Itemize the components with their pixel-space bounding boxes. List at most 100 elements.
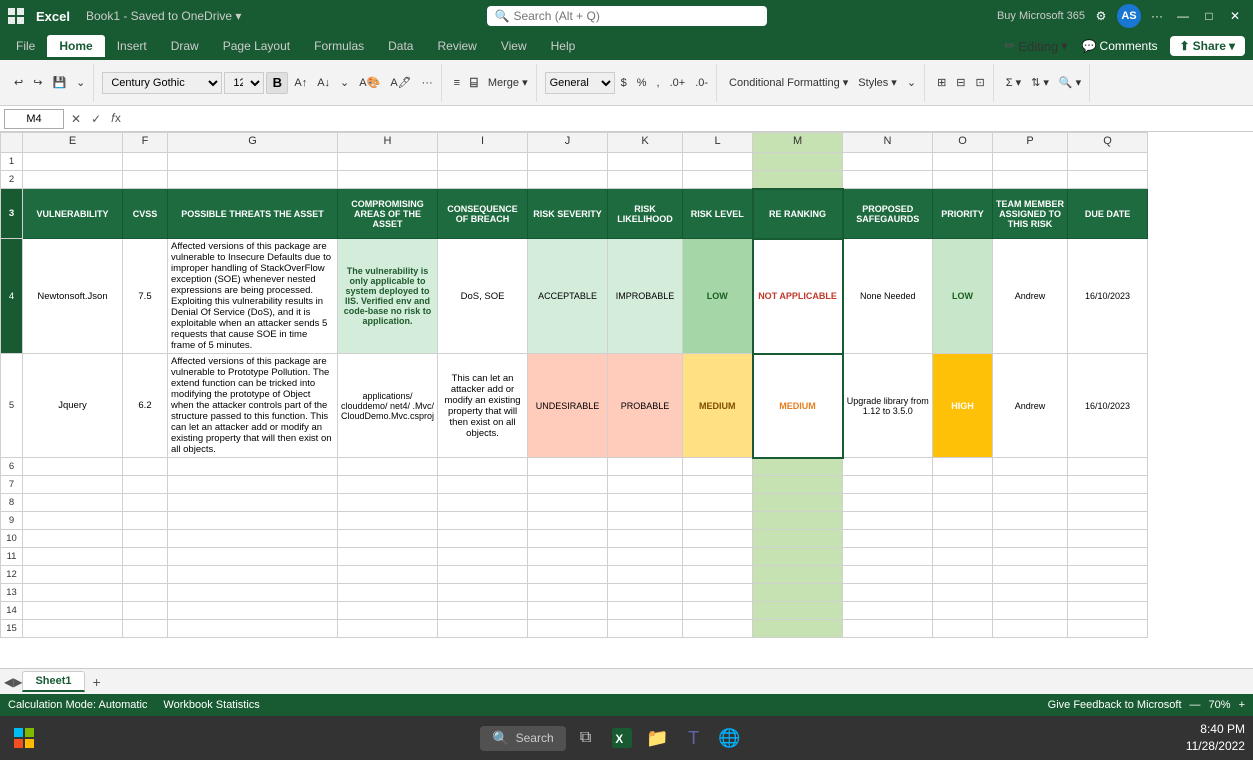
header-likelihood[interactable]: RISK LIKELIHOOD — [608, 189, 683, 239]
format-as-table-button[interactable]: Styles ▾ — [854, 74, 901, 91]
formula-insert-icon[interactable]: 𝑓x — [108, 111, 124, 126]
more-buttons[interactable]: ··· — [418, 75, 437, 91]
col-header-J[interactable]: J — [528, 133, 608, 153]
decrease-font-button[interactable]: A↓ — [313, 75, 334, 91]
feedback-link[interactable]: Give Feedback to Microsoft — [1048, 699, 1182, 711]
compromise-2[interactable]: applications/ clouddemo/ net4/ .Mvc/ Clo… — [338, 354, 438, 458]
level-1[interactable]: LOW — [683, 239, 753, 354]
more-undo-button[interactable]: ⌄ — [72, 74, 89, 91]
col-header-O[interactable]: O — [933, 133, 993, 153]
tab-draw[interactable]: Draw — [159, 35, 211, 57]
comments-button[interactable]: 💬 Comments — [1074, 37, 1166, 55]
reranking-2[interactable]: MEDIUM — [753, 354, 843, 458]
header-compromise[interactable]: COMPROMISING AREAS OF THE ASSET — [338, 189, 438, 239]
priority-2[interactable]: HIGH — [933, 354, 993, 458]
next-sheet-button[interactable]: ▶ — [13, 675, 22, 689]
likelihood-1[interactable]: IMPROBABLE — [608, 239, 683, 354]
header-team[interactable]: TEAM MEMBER ASSIGNED TO THIS RISK — [993, 189, 1068, 239]
taskbar-start-icon[interactable] — [8, 722, 40, 754]
col-header-L[interactable]: L — [683, 133, 753, 153]
prev-sheet-button[interactable]: ◀ — [4, 675, 13, 689]
percent-button[interactable]: % — [633, 75, 651, 91]
col-header-K[interactable]: K — [608, 133, 683, 153]
settings-icon[interactable]: ⚙ — [1091, 6, 1111, 26]
font-size-select[interactable]: 12 — [224, 72, 264, 94]
tab-formulas[interactable]: Formulas — [302, 35, 376, 57]
formula-input[interactable]: NOT APPLICABLE — [128, 109, 1249, 129]
safeguards-1[interactable]: None Needed — [843, 239, 933, 354]
level-2[interactable]: MEDIUM — [683, 354, 753, 458]
align-button[interactable]: ≡ — [450, 75, 464, 91]
safeguards-2[interactable]: Upgrade library from 1.12 to 3.5.0 — [843, 354, 933, 458]
name-box[interactable] — [4, 109, 64, 129]
cvss-2[interactable]: 6.2 — [123, 354, 168, 458]
vuln-2[interactable]: Jquery — [23, 354, 123, 458]
col-header-I[interactable]: I — [438, 133, 528, 153]
search-input[interactable] — [513, 9, 758, 23]
threats-2[interactable]: Affected versions of this package are vu… — [168, 354, 338, 458]
increase-decimal[interactable]: .0+ — [666, 75, 690, 91]
search-bar[interactable]: 🔍 — [487, 6, 767, 26]
header-priority[interactable]: PRIORITY — [933, 189, 993, 239]
sum-button[interactable]: Σ ▾ — [1002, 74, 1025, 91]
font-color-button[interactable]: A🖊 — [386, 74, 415, 91]
share-button[interactable]: ⬆ Share ▾ — [1170, 36, 1245, 56]
undo-button[interactable]: ↩ — [10, 74, 27, 91]
tab-help[interactable]: Help — [539, 35, 588, 57]
user-avatar[interactable]: AS — [1117, 4, 1141, 28]
tab-home[interactable]: Home — [47, 35, 104, 57]
likelihood-2[interactable]: PROBABLE — [608, 354, 683, 458]
col-header-N[interactable]: N — [843, 133, 933, 153]
workbook-stats[interactable]: Workbook Statistics — [163, 699, 259, 711]
header-severity[interactable]: RISK SEVERITY — [528, 189, 608, 239]
taskbar-folder-icon[interactable]: 📁 — [642, 722, 674, 754]
taskbar-excel-icon[interactable]: X — [606, 722, 638, 754]
tab-data[interactable]: Data — [376, 35, 425, 57]
col-header-E[interactable]: E — [23, 133, 123, 153]
consequence-2[interactable]: This can let an attacker add or modify a… — [438, 354, 528, 458]
taskbar-teams-icon[interactable]: T — [678, 722, 710, 754]
compromise-1[interactable]: The vulnerability is only applicable to … — [338, 239, 438, 354]
grid-wrapper[interactable]: E F G H I J K L M N O P Q 1 — [0, 132, 1253, 668]
team-1[interactable]: Andrew — [993, 239, 1068, 354]
windows-grid-icon[interactable] — [8, 8, 24, 24]
number-format-select[interactable]: General — [545, 72, 615, 94]
format-button[interactable]: ⊡ — [972, 74, 989, 91]
col-header-M[interactable]: M — [753, 133, 843, 153]
delete-button[interactable]: ⊟ — [952, 74, 969, 91]
decrease-decimal[interactable]: .0- — [691, 75, 712, 91]
header-consequence[interactable]: CONSEQUENCE OF BREACH — [438, 189, 528, 239]
more-font-button[interactable]: ⌄ — [336, 74, 353, 91]
file-title[interactable]: Book1 - Saved to OneDrive ▾ — [86, 9, 241, 23]
formula-confirm-icon[interactable]: ✓ — [88, 112, 104, 126]
insert-button[interactable]: ⊞ — [933, 74, 950, 91]
header-due[interactable]: DUE DATE — [1068, 189, 1148, 239]
threats-1[interactable]: Affected versions of this package are vu… — [168, 239, 338, 354]
header-level[interactable]: RISK LEVEL — [683, 189, 753, 239]
find-button[interactable]: 🔍 ▾ — [1055, 74, 1085, 91]
wrap-button[interactable]: ⌸ — [466, 73, 482, 93]
severity-2[interactable]: UNDESIRABLE — [528, 354, 608, 458]
buy-label[interactable]: Buy Microsoft 365 — [997, 10, 1085, 22]
taskbar-search[interactable]: 🔍 Search — [480, 726, 565, 751]
col-header-Q[interactable]: Q — [1068, 133, 1148, 153]
currency-button[interactable]: $ — [617, 75, 631, 91]
severity-1[interactable]: ACCEPTABLE — [528, 239, 608, 354]
reranking-1[interactable]: NOT APPLICABLE — [753, 239, 843, 354]
header-cvss[interactable]: CVSS — [123, 189, 168, 239]
merge-button[interactable]: Merge ▾ — [484, 74, 532, 91]
header-safeguards[interactable]: PROPOSED SAFEGAURDS — [843, 189, 933, 239]
taskbar-task-view-icon[interactable]: ⧉ — [570, 722, 602, 754]
cvss-1[interactable]: 7.5 — [123, 239, 168, 354]
vuln-1[interactable]: Newtonsoft.Json — [23, 239, 123, 354]
team-2[interactable]: Andrew — [993, 354, 1068, 458]
tab-page-layout[interactable]: Page Layout — [211, 35, 302, 57]
header-vulnerability[interactable]: VULNERABILITY — [23, 189, 123, 239]
sort-button[interactable]: ⇅ ▾ — [1027, 74, 1053, 91]
zoom-minus-button[interactable]: — — [1190, 699, 1201, 711]
zoom-plus-button[interactable]: + — [1239, 699, 1245, 711]
maximize-icon[interactable]: □ — [1199, 6, 1219, 26]
tab-view[interactable]: View — [489, 35, 539, 57]
sheet-tab-sheet1[interactable]: Sheet1 — [22, 671, 84, 692]
cell-styles-button[interactable]: ⌄ — [903, 74, 920, 91]
